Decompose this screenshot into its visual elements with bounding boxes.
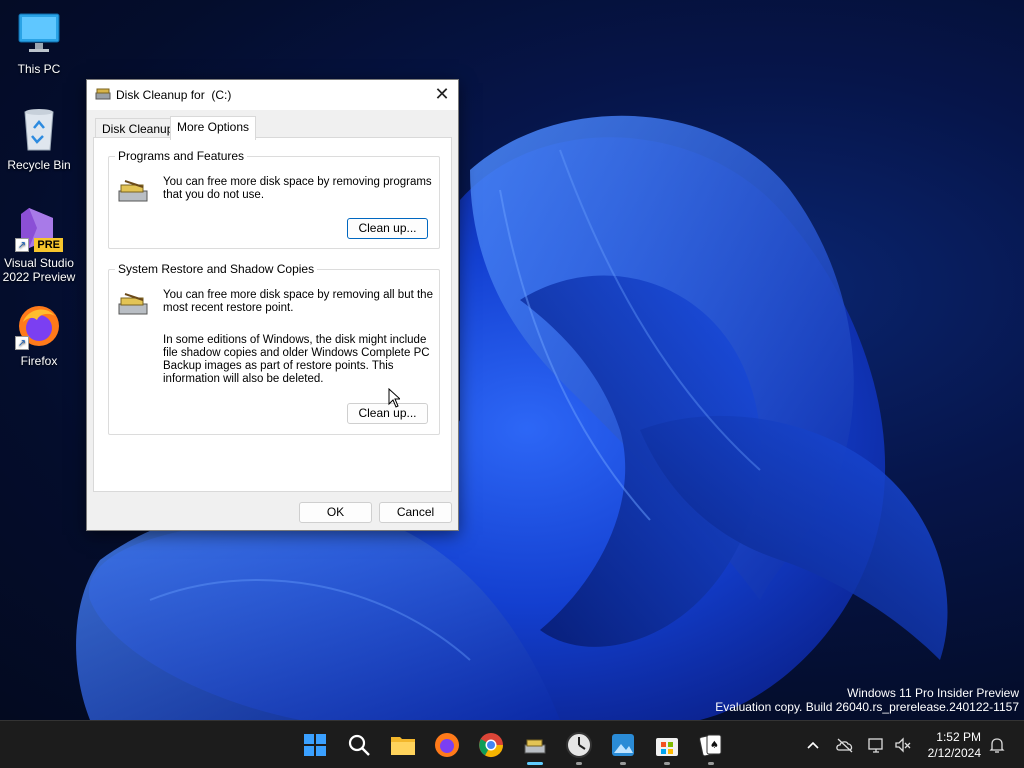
chevron-up-icon[interactable] [803, 735, 823, 755]
network-icon[interactable] [867, 735, 887, 755]
store-icon[interactable] [653, 731, 681, 759]
drive-cleanup-icon [117, 292, 151, 321]
ok-button[interactable]: OK [299, 502, 372, 523]
monitor-icon [15, 10, 63, 58]
svg-text:♠: ♠ [710, 740, 719, 751]
disk-cleanup-dialog: Disk Cleanup for (C:) ✕ Disk Cleanup Mor… [86, 79, 459, 531]
watermark-build: Evaluation copy. Build 26040.rs_prerelea… [715, 700, 1019, 714]
dialog-title: Disk Cleanup for (C:) [116, 88, 232, 102]
start-icon[interactable] [301, 731, 329, 759]
onedrive-icon[interactable] [835, 735, 855, 755]
programs-cleanup-button[interactable]: Clean up... [347, 218, 428, 239]
desktop-icon-label: Firefox [20, 354, 58, 368]
system-clock[interactable]: 1:52 PM 2/12/2024 [928, 729, 981, 761]
shortcut-arrow-icon: ↗ [15, 336, 29, 350]
file-explorer-icon[interactable] [389, 731, 417, 759]
chrome-icon[interactable] [477, 731, 505, 759]
desktop-icon-label: Recycle Bin [7, 158, 71, 172]
clock-time: 1:52 PM [936, 730, 981, 744]
programs-features-group: Programs and Features You can free more … [108, 149, 440, 249]
disk-cleanup-icon [95, 87, 111, 104]
recycle-bin-icon [15, 106, 63, 154]
group-title: Programs and Features [115, 149, 248, 163]
group-description: You can free more disk space by removing… [163, 176, 432, 201]
tab-panel-more-options: Programs and Features You can free more … [93, 137, 452, 492]
tab-more-options[interactable]: More Options [170, 116, 257, 140]
firefox-icon[interactable] [433, 731, 461, 759]
running-app-indicator [664, 762, 670, 765]
volume-muted-icon[interactable] [893, 735, 913, 755]
windows-watermark: Windows 11 Pro Insider Preview Evaluatio… [715, 686, 1019, 714]
desktop-icon-label: Visual Studio 2022 Preview [2, 256, 76, 284]
desktop-icon-recycle-bin[interactable]: Recycle Bin [0, 106, 78, 172]
taskbar: ♠ 1:52 PM 2/12/2024 [0, 720, 1024, 768]
running-app-indicator [576, 762, 582, 765]
clock-date: 2/12/2024 [927, 746, 981, 760]
desktop-icon-firefox[interactable]: ↗ Firefox [0, 302, 78, 368]
desktop-icon-label: This PC [17, 62, 61, 76]
desktop-icon-visual-studio[interactable]: PRE ↗ Visual Studio 2022 Preview [0, 204, 78, 284]
cancel-button[interactable]: Cancel [379, 502, 452, 523]
close-button[interactable]: ✕ [426, 80, 458, 110]
group-description-detail: In some editions of Windows, the disk mi… [163, 334, 430, 385]
shortcut-arrow-icon: ↗ [15, 238, 29, 252]
group-description: You can free more disk space by removing… [163, 289, 433, 314]
visual-studio-icon: PRE ↗ [15, 204, 63, 252]
solitaire-icon[interactable]: ♠ [697, 731, 725, 759]
close-icon: ✕ [434, 84, 450, 104]
search-icon[interactable] [345, 731, 373, 759]
bell-icon[interactable] [987, 735, 1007, 755]
mouse-cursor-icon [388, 388, 400, 408]
watermark-edition: Windows 11 Pro Insider Preview [847, 686, 1019, 700]
active-app-indicator [527, 762, 543, 765]
photos-icon[interactable] [609, 731, 637, 759]
clock-app-icon[interactable] [565, 731, 593, 759]
running-app-indicator [708, 762, 714, 765]
desktop-icon-this-pc[interactable]: This PC [0, 10, 78, 76]
tab-disk-cleanup[interactable]: Disk Cleanup [95, 118, 181, 138]
system-restore-group: System Restore and Shadow Copies You can… [108, 262, 440, 435]
running-app-indicator [620, 762, 626, 765]
preview-badge: PRE [34, 238, 63, 252]
disk-cleanup-icon[interactable] [521, 731, 549, 759]
firefox-icon: ↗ [15, 302, 63, 350]
group-title: System Restore and Shadow Copies [115, 262, 318, 276]
drive-cleanup-icon [117, 179, 151, 208]
dialog-titlebar[interactable]: Disk Cleanup for (C:) ✕ [87, 80, 458, 110]
